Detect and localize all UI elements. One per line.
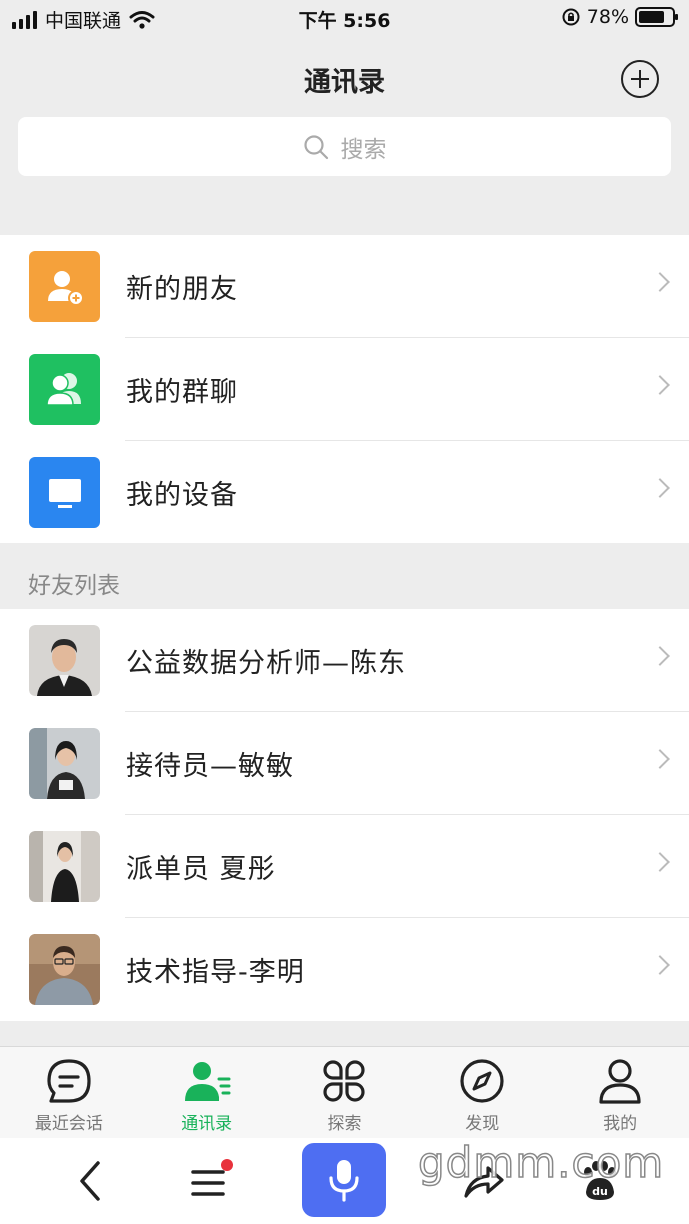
- status-bar: 中国联通 下午 5:56 78%: [0, 0, 689, 38]
- tab-label: 最近会话: [34, 1114, 103, 1134]
- monitor-icon: [29, 457, 100, 528]
- menu-list: 新的朋友 我的群聊 我的设备: [0, 235, 689, 544]
- battery-percent: 78%: [586, 6, 629, 28]
- back-button[interactable]: [70, 1148, 110, 1214]
- avatar: [29, 625, 100, 696]
- search-placeholder: 搜索: [340, 136, 387, 163]
- tab-label: 发现: [465, 1114, 500, 1134]
- avatar: [29, 831, 100, 902]
- tab-label: 我的: [603, 1114, 638, 1134]
- menu-item-label: 我的设备: [126, 480, 238, 511]
- page-title: 通讯录: [304, 67, 385, 98]
- avatar: [29, 728, 100, 799]
- chevron-right-icon: [650, 478, 670, 498]
- chevron-right-icon: [650, 749, 670, 769]
- friend-name: 技术指导-李明: [126, 957, 305, 988]
- tab-label: 探索: [327, 1114, 362, 1134]
- tab-explore[interactable]: 探索: [276, 1047, 414, 1138]
- menu-icon: [191, 1159, 233, 1196]
- microphone-icon: [329, 1160, 359, 1202]
- friend-name: 接待员—敏敏: [126, 751, 294, 782]
- header: 通讯录: [0, 38, 689, 120]
- friend-item[interactable]: 技术指导-李明: [0, 918, 689, 1021]
- tab-label: 通讯录: [181, 1114, 233, 1134]
- menu-item-new-friends[interactable]: 新的朋友: [0, 235, 689, 338]
- explore-icon: [323, 1060, 366, 1102]
- contacts-icon: [184, 1062, 231, 1101]
- notification-dot: [221, 1159, 233, 1171]
- chevron-right-icon: [650, 955, 670, 975]
- menu-item-label: 我的群聊: [126, 377, 238, 408]
- tab-contacts[interactable]: 通讯录: [138, 1047, 276, 1138]
- tab-recent-chats[interactable]: 最近会话: [0, 1047, 138, 1138]
- search-input[interactable]: 搜索: [18, 117, 671, 176]
- voice-button[interactable]: [302, 1143, 386, 1217]
- chevron-right-icon: [650, 646, 670, 666]
- tab-bar: 最近会话 通讯录 探索 发现 我的: [0, 1046, 689, 1138]
- compass-icon: [460, 1059, 504, 1103]
- add-button[interactable]: [621, 60, 659, 98]
- friend-name: 派单员 夏彤: [126, 854, 276, 885]
- chat-icon: [47, 1059, 91, 1103]
- friend-list: 公益数据分析师—陈东 接待员—敏敏 派单员 夏彤 技术指导-李明: [0, 609, 689, 1021]
- friend-item[interactable]: 接待员—敏敏: [0, 712, 689, 815]
- friend-name: 公益数据分析师—陈东: [126, 648, 406, 679]
- tab-me[interactable]: 我的: [551, 1047, 689, 1138]
- group-icon: [29, 354, 100, 425]
- chevron-right-icon: [650, 375, 670, 395]
- tab-discover[interactable]: 发现: [413, 1047, 551, 1138]
- menu-button[interactable]: [182, 1148, 238, 1214]
- avatar: [29, 934, 100, 1005]
- friend-item[interactable]: 公益数据分析师—陈东: [0, 609, 689, 712]
- rotation-lock-icon: [562, 8, 580, 26]
- menu-item-label: 新的朋友: [126, 274, 238, 305]
- section-title: 好友列表: [28, 573, 120, 599]
- menu-item-my-groups[interactable]: 我的群聊: [0, 338, 689, 441]
- profile-icon: [599, 1059, 641, 1104]
- friend-item[interactable]: 派单员 夏彤: [0, 815, 689, 918]
- chevron-left-icon: [80, 1161, 100, 1201]
- menu-item-my-devices[interactable]: 我的设备: [0, 441, 689, 544]
- watermark: gdmm.com: [417, 1137, 665, 1188]
- search-icon: [303, 134, 328, 159]
- chevron-right-icon: [650, 852, 670, 872]
- section-header: 好友列表: [0, 543, 689, 609]
- chevron-right-icon: [650, 272, 670, 292]
- battery-icon: [635, 7, 678, 27]
- add-friend-icon: [29, 251, 100, 322]
